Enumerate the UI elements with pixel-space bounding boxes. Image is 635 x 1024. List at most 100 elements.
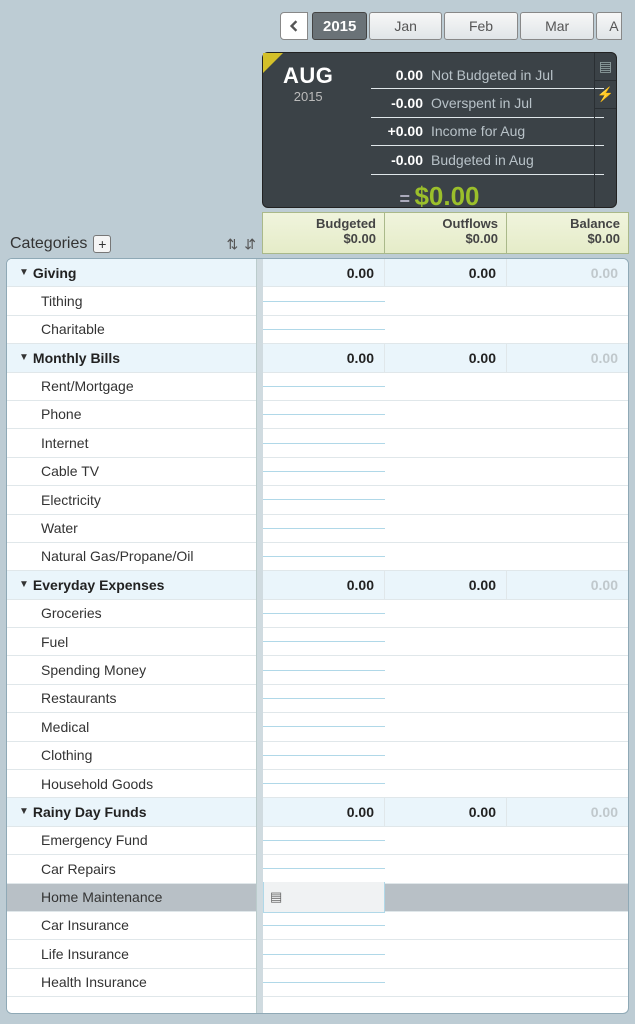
category-item[interactable]: Electricity — [7, 486, 256, 514]
month-button-apr[interactable]: A — [596, 12, 621, 40]
item-amounts — [263, 543, 628, 571]
summary-month-name: AUG — [283, 63, 333, 89]
item-budgeted-input[interactable] — [263, 613, 385, 614]
month-button-jan[interactable]: Jan — [369, 12, 442, 40]
category-item[interactable]: Household Goods — [7, 770, 256, 798]
category-item[interactable]: Emergency Fund — [7, 827, 256, 855]
note-icon[interactable]: ▤ — [595, 53, 616, 81]
category-item[interactable]: Fuel — [7, 628, 256, 656]
category-item[interactable]: Health Insurance — [7, 969, 256, 997]
item-name: Emergency Fund — [41, 826, 148, 854]
item-name: Cable TV — [41, 457, 99, 485]
year-button[interactable]: 2015 — [312, 12, 367, 40]
sort-buttons: ⇅ ⇵ — [227, 236, 256, 253]
lightning-icon[interactable]: ⚡ — [595, 81, 616, 109]
item-budgeted-input[interactable] — [263, 301, 385, 302]
col-budgeted-total: $0.00 — [263, 231, 376, 246]
category-item[interactable]: Tithing — [7, 287, 256, 315]
item-budgeted-input[interactable] — [263, 698, 385, 699]
item-budgeted-input[interactable] — [263, 982, 385, 983]
category-item[interactable]: Car Insurance — [7, 912, 256, 940]
summary-lines: 0.00Not Budgeted in Jul -0.00Overspent i… — [371, 61, 604, 175]
category-item[interactable]: Car Repairs — [7, 855, 256, 883]
group-balance: 0.00 — [507, 344, 628, 372]
summary-month: AUG 2015 — [283, 63, 333, 104]
category-item[interactable]: Groceries — [7, 600, 256, 628]
item-budgeted-input[interactable] — [263, 443, 385, 444]
month-button-feb[interactable]: Feb — [444, 12, 518, 40]
item-budgeted-input[interactable] — [263, 528, 385, 529]
item-amounts — [263, 713, 628, 741]
item-budgeted-input[interactable] — [263, 471, 385, 472]
add-category-button[interactable]: + — [93, 235, 111, 253]
group-outflows: 0.00 — [385, 259, 507, 287]
item-amounts — [263, 429, 628, 457]
available-amount: $0.00 — [414, 181, 479, 211]
amount-grid: 0.000.000.000.000.000.000.000.000.000.00… — [263, 259, 628, 1013]
col-balance[interactable]: Balance $0.00 — [507, 213, 628, 253]
category-item[interactable]: Phone — [7, 401, 256, 429]
item-budgeted-input[interactable] — [263, 641, 385, 642]
category-item[interactable]: Internet — [7, 429, 256, 457]
note-icon[interactable]: ▤ — [264, 889, 282, 904]
item-budgeted-input[interactable] — [263, 556, 385, 557]
sort-up-icon[interactable]: ⇵ — [244, 236, 256, 253]
category-item[interactable]: Clothing — [7, 742, 256, 770]
category-item[interactable]: Natural Gas/Propane/Oil — [7, 543, 256, 571]
category-item[interactable]: Life Insurance — [7, 940, 256, 968]
category-item[interactable]: Home Maintenance — [7, 884, 256, 912]
item-amounts — [263, 458, 628, 486]
item-budgeted-input[interactable] — [263, 783, 385, 784]
budget-summary: AUG 2015 0.00Not Budgeted in Jul -0.00Ov… — [262, 52, 617, 208]
item-budgeted-input[interactable] — [263, 840, 385, 841]
month-button-mar[interactable]: Mar — [520, 12, 594, 40]
category-item[interactable]: Cable TV — [7, 458, 256, 486]
item-name: Clothing — [41, 741, 92, 769]
category-item[interactable]: Charitable — [7, 316, 256, 344]
category-group[interactable]: ▼Monthly Bills — [7, 344, 256, 372]
item-amounts — [263, 486, 628, 514]
item-amounts — [263, 940, 628, 968]
item-budgeted-input[interactable] — [263, 755, 385, 756]
summary-line-label: Income for Aug — [431, 122, 525, 140]
category-group[interactable]: ▼Everyday Expenses — [7, 571, 256, 599]
item-budgeted-input[interactable] — [263, 726, 385, 727]
col-budgeted[interactable]: Budgeted $0.00 — [263, 213, 385, 253]
item-name: Water — [41, 514, 78, 542]
group-balance: 0.00 — [507, 798, 628, 826]
item-budgeted-input[interactable]: ▤ — [263, 882, 385, 912]
col-outflows[interactable]: Outflows $0.00 — [385, 213, 507, 253]
category-item[interactable]: Spending Money — [7, 656, 256, 684]
item-amounts — [263, 656, 628, 684]
item-name: Groceries — [41, 599, 102, 627]
item-budgeted-input[interactable] — [263, 670, 385, 671]
col-balance-total: $0.00 — [507, 231, 620, 246]
sort-down-icon[interactable]: ⇅ — [227, 236, 239, 253]
summary-month-year: 2015 — [283, 89, 333, 104]
item-budgeted-input[interactable] — [263, 499, 385, 500]
item-budgeted-input[interactable] — [263, 954, 385, 955]
nav-back-button[interactable] — [280, 12, 308, 40]
column-headers: Budgeted $0.00 Outflows $0.00 Balance $0… — [262, 212, 629, 254]
group-name: Giving — [33, 259, 77, 287]
category-group[interactable]: ▼Giving — [7, 259, 256, 287]
group-outflows: 0.00 — [385, 571, 507, 599]
item-budgeted-input[interactable] — [263, 925, 385, 926]
category-item[interactable]: Restaurants — [7, 685, 256, 713]
item-amounts — [263, 628, 628, 656]
item-budgeted-input[interactable] — [263, 329, 385, 330]
item-budgeted-input[interactable] — [263, 386, 385, 387]
item-amounts — [263, 912, 628, 940]
category-item[interactable]: Rent/Mortgage — [7, 373, 256, 401]
item-budgeted-input[interactable] — [263, 868, 385, 869]
item-budgeted-input[interactable] — [263, 414, 385, 415]
item-amounts — [263, 287, 628, 315]
category-list: ▼GivingTithingCharitable▼Monthly BillsRe… — [7, 259, 257, 1013]
item-amounts — [263, 316, 628, 344]
group-amounts: 0.000.000.00 — [263, 259, 628, 287]
summary-line-value: +0.00 — [371, 122, 431, 140]
item-name: Health Insurance — [41, 968, 147, 996]
category-item[interactable]: Water — [7, 515, 256, 543]
category-item[interactable]: Medical — [7, 713, 256, 741]
category-group[interactable]: ▼Rainy Day Funds — [7, 798, 256, 826]
